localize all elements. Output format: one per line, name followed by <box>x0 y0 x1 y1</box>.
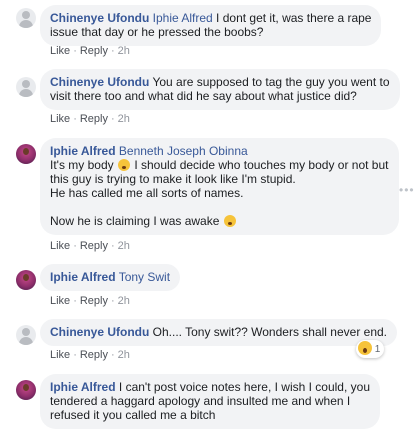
avatar[interactable] <box>16 77 36 97</box>
comment-author[interactable]: Iphie Alfred <box>50 144 116 158</box>
avatar[interactable] <box>16 270 36 290</box>
reply-button[interactable]: Reply <box>80 349 108 361</box>
comment-actions: Like · Reply · 2h <box>50 113 130 125</box>
comment-bubble: Iphie Alfred I can't post voice notes he… <box>40 374 380 429</box>
comment-text: Now he is claiming I was awake <box>50 214 220 228</box>
wow-reaction-icon <box>358 341 372 355</box>
comment-text: You are supposed to tag the guy you went… <box>149 75 390 89</box>
comment-bubble: Chinenye Ufondu Oh.... Tony swit?? Wonde… <box>40 319 398 346</box>
avatar[interactable] <box>16 325 36 345</box>
comment-text: I should decide who touches my body or n… <box>131 158 389 172</box>
tagged-user[interactable]: Tony Swit <box>119 270 170 284</box>
timestamp[interactable]: 2h <box>118 113 130 125</box>
tagged-user[interactable]: Iphie Alfred <box>153 11 213 25</box>
avatar[interactable] <box>16 8 36 28</box>
timestamp[interactable]: 2h <box>118 240 130 252</box>
comment-author[interactable]: Iphie Alfred <box>50 270 116 284</box>
tagged-user[interactable]: Benneth Joseph Obinna <box>119 144 248 158</box>
comment-text: issue that day or he pressed the boobs? <box>50 25 264 39</box>
comment-author[interactable]: Chinenye Ufondu <box>50 325 149 339</box>
like-button[interactable]: Like <box>50 349 70 361</box>
comment-actions: Like · Reply · 2h <box>50 240 130 252</box>
reaction-count: 1 <box>374 344 381 355</box>
comment-text: tendered a haggard apology and insulted … <box>50 394 351 408</box>
astonished-face-icon <box>118 159 130 171</box>
comment-bubble: Iphie Alfred Tony Swit <box>40 264 181 291</box>
comment-text: I can't post voice notes here, I wish I … <box>115 380 370 394</box>
comment-bubble: Iphie Alfred Benneth Joseph Obinna It's … <box>40 138 399 235</box>
more-options-icon[interactable]: ••• <box>399 184 415 196</box>
like-button[interactable]: Like <box>50 45 70 57</box>
comment-text: He has called me all sorts of names. <box>50 186 244 200</box>
comment-actions: Like · Reply · 2h <box>50 45 130 57</box>
like-button[interactable]: Like <box>50 240 70 252</box>
timestamp[interactable]: 2h <box>118 295 130 307</box>
comment-text: It's my body <box>50 158 114 172</box>
reply-button[interactable]: Reply <box>80 295 108 307</box>
comment-text: Oh.... Tony swit?? Wonders shall never e… <box>149 325 388 339</box>
comment-text: refused it you called me a bitch <box>50 408 216 422</box>
comment-author[interactable]: Iphie Alfred <box>50 380 116 394</box>
comment-author[interactable]: Chinenye Ufondu <box>50 75 149 89</box>
comment-text: this guy is trying to make it look like … <box>50 172 296 186</box>
comment-actions: Like · Reply · 2h <box>50 295 130 307</box>
timestamp[interactable]: 2h <box>118 45 130 57</box>
comment-text: I dont get it, was there a rape <box>212 11 372 25</box>
avatar[interactable] <box>16 380 36 400</box>
reply-button[interactable]: Reply <box>80 113 108 125</box>
comment-actions: Like · Reply · 2h <box>50 349 130 361</box>
timestamp[interactable]: 2h <box>118 349 130 361</box>
reply-button[interactable]: Reply <box>80 240 108 252</box>
comment-bubble: Chinenye Ufondu Iphie Alfred I dont get … <box>40 5 382 46</box>
astonished-face-icon <box>223 215 236 227</box>
comment-text: visit there too and what did he say abou… <box>50 89 357 103</box>
like-button[interactable]: Like <box>50 295 70 307</box>
reply-button[interactable]: Reply <box>80 45 108 57</box>
reaction-summary[interactable]: 1 <box>356 340 385 358</box>
avatar[interactable] <box>16 144 36 164</box>
comment-bubble: Chinenye Ufondu You are supposed to tag … <box>40 69 400 110</box>
like-button[interactable]: Like <box>50 113 70 125</box>
comment-author[interactable]: Chinenye Ufondu <box>50 11 149 25</box>
